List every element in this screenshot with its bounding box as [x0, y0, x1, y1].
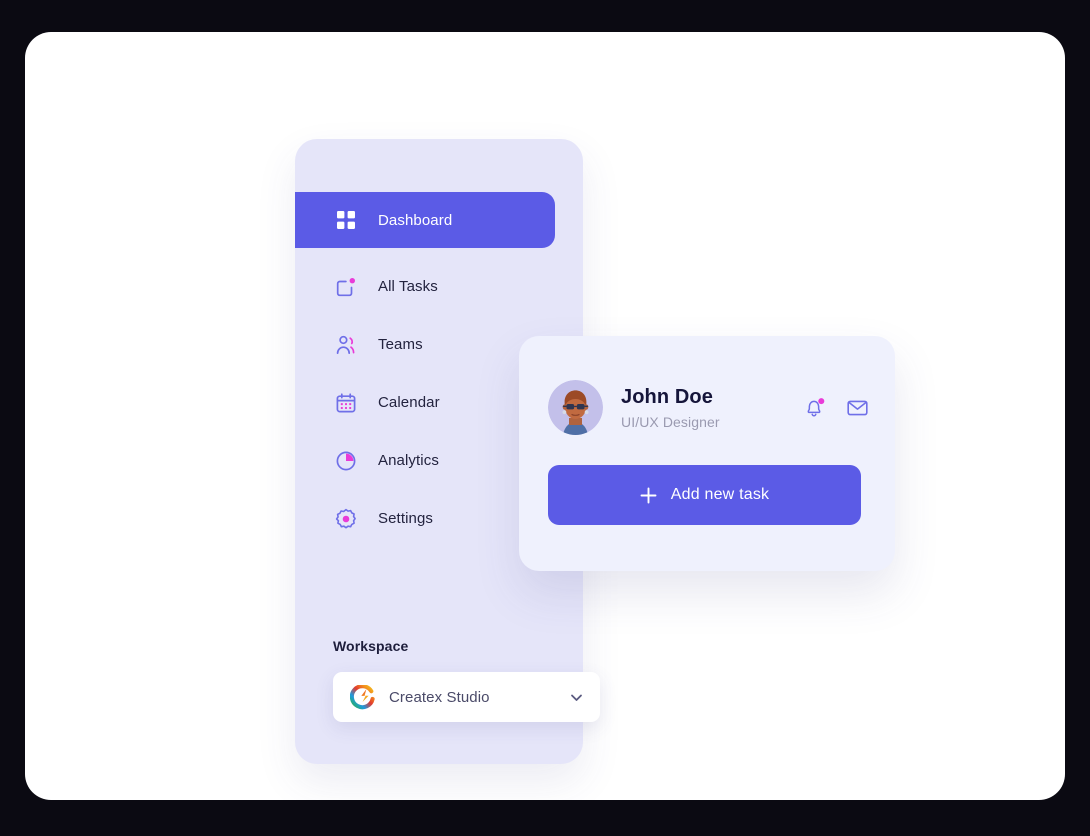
profile-card: John Doe UI/UX Designer Add new task	[519, 336, 895, 571]
plus-icon	[640, 487, 657, 504]
screen: Dashboard All Tasks Teams Calendar Analy…	[0, 0, 1090, 836]
add-new-task-button[interactable]: Add new task	[548, 465, 861, 525]
workspace-select[interactable]: Createx Studio	[333, 672, 600, 722]
profile-name: John Doe	[621, 385, 713, 408]
add-new-task-label: Add new task	[670, 486, 770, 503]
profile-role: UI/UX Designer	[621, 413, 720, 430]
chevron-down-icon[interactable]	[569, 690, 584, 705]
sidebar-item-all-tasks[interactable]: All Tasks	[295, 260, 583, 313]
profile-identity: John Doe UI/UX Designer	[621, 386, 803, 430]
sidebar-item-dashboard[interactable]: Dashboard	[295, 192, 555, 248]
grid-icon	[335, 209, 357, 231]
tasks-icon	[335, 276, 357, 298]
calendar-icon	[335, 392, 357, 414]
sidebar-item-label: Teams	[378, 336, 423, 353]
profile-header: John Doe UI/UX Designer	[548, 380, 869, 435]
user-avatar	[548, 380, 603, 435]
sidebar-item-label: Calendar	[378, 394, 440, 411]
workspace-section: Workspace Createx Studio	[333, 638, 600, 722]
bell-icon[interactable]	[803, 396, 826, 419]
analytics-icon	[335, 450, 357, 472]
sidebar-item-label: Dashboard	[378, 211, 453, 229]
workspace-title: Workspace	[333, 638, 409, 654]
settings-icon	[335, 508, 357, 530]
sidebar-item-label: Settings	[378, 510, 433, 527]
sidebar-item-label: Analytics	[378, 452, 439, 469]
teams-icon	[335, 334, 357, 356]
profile-actions	[803, 396, 869, 419]
createx-logo-icon	[349, 683, 375, 710]
sidebar-item-label: All Tasks	[378, 278, 438, 295]
envelope-icon[interactable]	[846, 396, 869, 419]
app-window: Dashboard All Tasks Teams Calendar Analy…	[25, 32, 1065, 800]
workspace-selected-value: Createx Studio	[389, 688, 490, 706]
